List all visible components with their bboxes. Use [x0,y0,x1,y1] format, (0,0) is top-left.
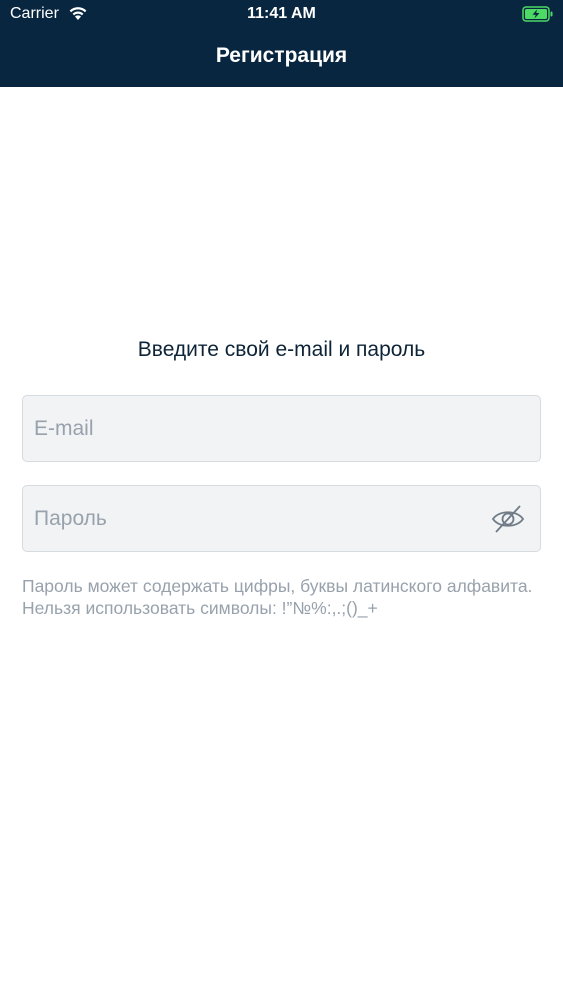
password-field[interactable] [22,485,541,552]
status-time: 11:41 AM [247,5,316,22]
status-bar: Carrier 11:41 AM [0,0,563,30]
email-input[interactable] [23,396,540,461]
email-field[interactable] [22,395,541,462]
eye-slash-icon[interactable] [491,503,525,535]
password-input[interactable] [23,486,540,551]
password-hint: Пароль может содержать цифры, буквы лати… [22,576,533,618]
header: Carrier 11:41 AM Регистрация [0,0,563,87]
battery-charging-icon [522,6,553,22]
page-title: Регистрация [215,44,348,67]
form-prompt: Введите свой e-mail и пароль [137,338,426,361]
